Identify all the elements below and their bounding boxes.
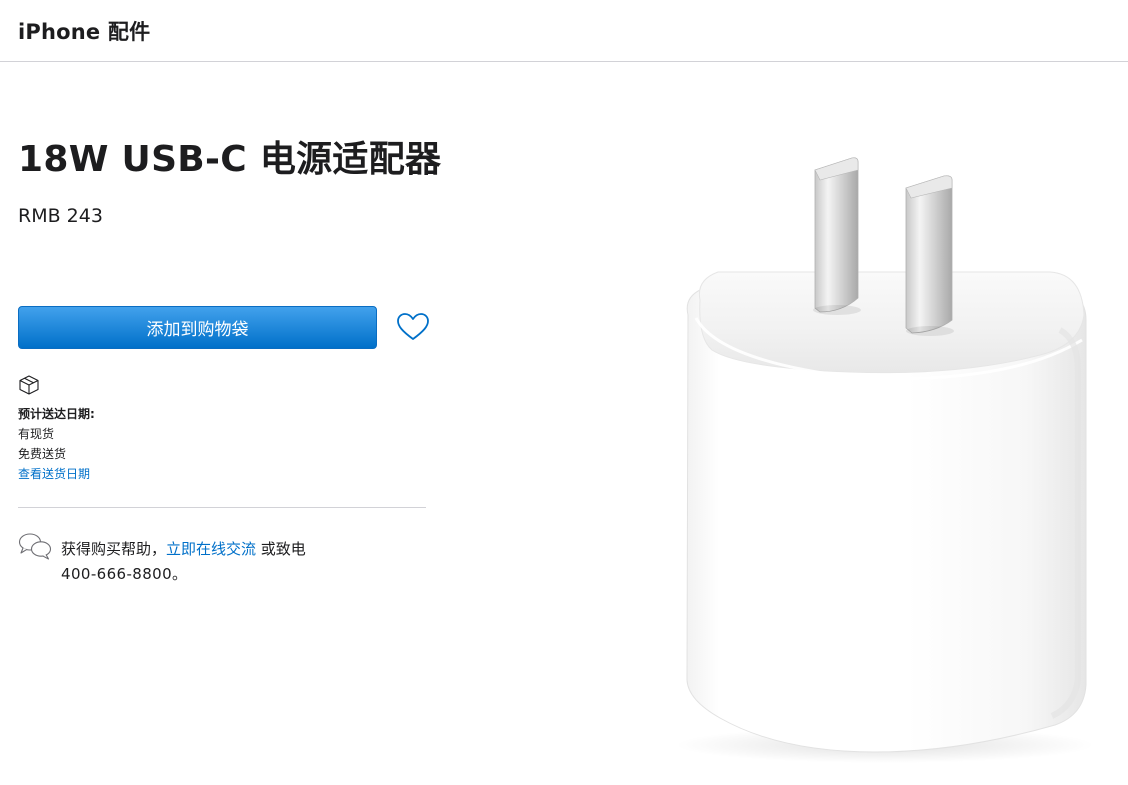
chat-bubbles-icon [18, 532, 52, 560]
help-phone-number: 400-666-8800。 [61, 565, 188, 583]
top-nav-bar: iPhone 配件 [0, 0, 1128, 62]
power-adapter-image [660, 140, 1110, 770]
page-category-title[interactable]: iPhone 配件 [18, 16, 150, 46]
delivery-date-label: 预计送达日期: [18, 407, 95, 421]
check-delivery-dates-link[interactable]: 查看送货日期 [18, 465, 90, 482]
favorite-heart-icon[interactable] [396, 312, 430, 342]
add-to-bag-button[interactable]: 添加到购物袋 [18, 306, 377, 349]
help-prefix: 获得购买帮助， [61, 540, 167, 558]
shipping-info: 免费送货 [18, 447, 67, 461]
section-divider [18, 507, 426, 508]
live-chat-link[interactable]: 立即在线交流 [166, 540, 256, 558]
box-icon [18, 374, 40, 396]
product-title: 18W USB-C 电源适配器 [18, 139, 442, 180]
availability-status: 有现货 [18, 427, 55, 441]
help-suffix: 或致电 [256, 540, 306, 558]
help-text: 获得购买帮助，立即在线交流 或致电 [61, 538, 306, 559]
product-price: RMB 243 [18, 205, 103, 227]
